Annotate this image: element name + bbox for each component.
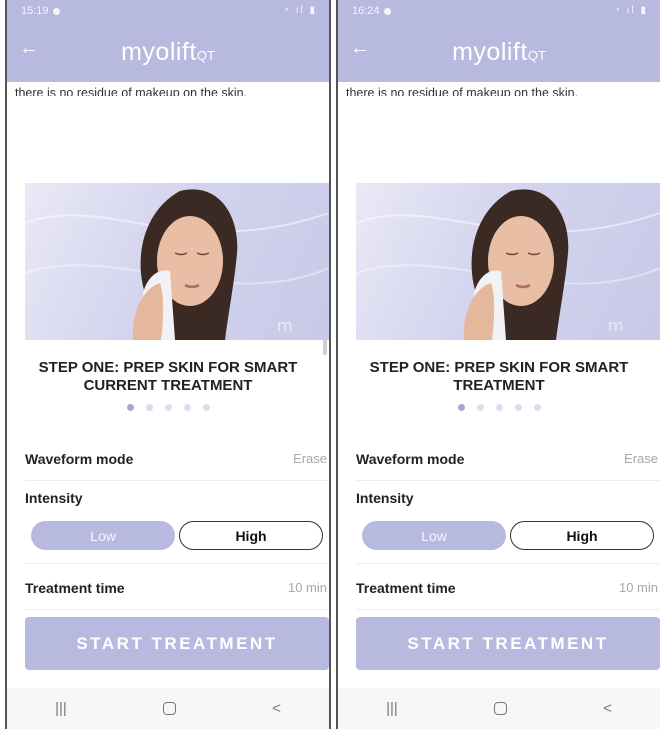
system-nav-bar: ||| < <box>7 688 329 729</box>
phone-screen-right: 16:24 ◔ ıl ▮ ← myoliftQT there is no res… <box>336 0 660 729</box>
page-dot-5[interactable] <box>533 404 541 411</box>
start-treatment-button[interactable]: START TREATMENT <box>356 617 660 670</box>
treatment-time-value[interactable]: 10 min <box>619 580 658 595</box>
brand-name: myolift <box>452 38 528 66</box>
signal-battery-icon: ◔ ıl ▮ <box>613 5 648 16</box>
step-illustration[interactable]: m <box>25 183 329 340</box>
start-treatment-button[interactable]: START TREATMENT <box>25 617 329 670</box>
svg-text:m: m <box>277 316 293 335</box>
waveform-mode-row[interactable]: Waveform mode Erase <box>356 437 660 481</box>
waveform-mode-value[interactable]: Erase <box>293 451 327 466</box>
instruction-text: there is no residue of makeup on the ski… <box>346 86 579 96</box>
page-dot-1[interactable] <box>457 404 465 411</box>
step-illustration[interactable]: m <box>356 183 660 340</box>
app-bar: 15:19 ◔ ıl ▮ ← myoliftQT <box>7 0 329 82</box>
signal-battery-icon: ◔ ıl ▮ <box>282 5 317 16</box>
page-dot-1[interactable] <box>126 404 134 411</box>
treatment-time-label: Treatment time <box>356 579 456 596</box>
recents-icon[interactable]: ||| <box>386 700 398 717</box>
brand-name: myolift <box>121 38 197 66</box>
waveform-mode-value[interactable]: Erase <box>624 451 658 466</box>
page-dot-4[interactable] <box>183 404 191 411</box>
intensity-label: Intensity <box>25 490 83 506</box>
home-icon[interactable] <box>493 702 507 715</box>
treatment-time-row[interactable]: Treatment time 10 min <box>25 566 329 610</box>
divider <box>356 563 660 564</box>
svg-text:m: m <box>608 316 624 335</box>
intensity-label: Intensity <box>356 490 414 506</box>
recents-icon[interactable]: ||| <box>55 700 67 717</box>
intensity-high-button[interactable]: High <box>179 521 323 550</box>
brand-logo: myoliftQT <box>7 38 329 70</box>
page-dot-5[interactable] <box>202 404 210 411</box>
back-icon[interactable]: < <box>272 700 281 717</box>
page-dot-2[interactable] <box>145 404 153 411</box>
phone-screen-left: 15:19 ◔ ıl ▮ ← myoliftQT there is no res… <box>5 0 331 729</box>
treatment-time-value[interactable]: 10 min <box>288 580 327 595</box>
page-dot-3[interactable] <box>164 404 172 411</box>
treatment-time-row[interactable]: Treatment time 10 min <box>356 566 660 610</box>
home-icon[interactable] <box>162 702 176 715</box>
intensity-low-button[interactable]: Low <box>31 521 175 550</box>
divider <box>25 563 329 564</box>
intensity-high-button[interactable]: High <box>510 521 654 550</box>
waveform-mode-label: Waveform mode <box>356 450 465 467</box>
page-dot-2[interactable] <box>476 404 484 411</box>
instruction-text: there is no residue of makeup on the ski… <box>15 86 248 96</box>
waveform-mode-label: Waveform mode <box>25 450 134 467</box>
waveform-mode-row[interactable]: Waveform mode Erase <box>25 437 329 481</box>
app-bar: 16:24 ◔ ıl ▮ ← myoliftQT <box>338 0 660 82</box>
system-nav-bar: ||| < <box>338 688 660 729</box>
status-time: 15:19 <box>21 5 60 17</box>
page-dot-3[interactable] <box>495 404 503 411</box>
brand-suffix: QT <box>527 48 546 63</box>
page-dot-4[interactable] <box>514 404 522 411</box>
status-time: 16:24 <box>352 5 391 17</box>
page-indicator <box>7 404 329 411</box>
intensity-low-button[interactable]: Low <box>362 521 506 550</box>
brand-suffix: QT <box>196 48 215 63</box>
page-indicator <box>338 404 660 411</box>
treatment-time-label: Treatment time <box>25 579 125 596</box>
step-title: STEP ONE: PREP SKIN FOR SMART TREATMENT <box>369 359 629 394</box>
brand-logo: myoliftQT <box>338 38 660 70</box>
back-icon[interactable]: < <box>603 700 612 717</box>
step-title: STEP ONE: PREP SKIN FOR SMART CURRENT TR… <box>38 359 298 394</box>
